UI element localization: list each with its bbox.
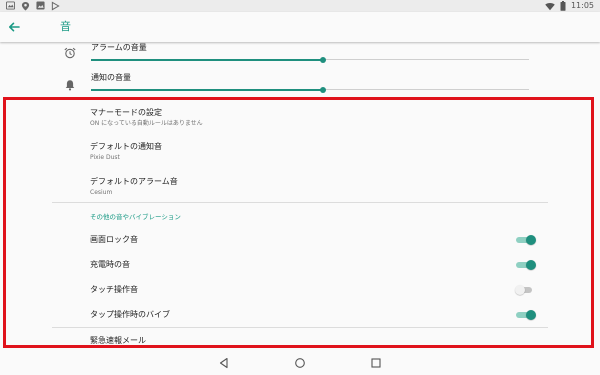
app-bar: 音 (0, 12, 600, 42)
switch-knob (515, 285, 525, 295)
pref-summary: Pixie Dust (90, 154, 120, 161)
notification-volume-label: 通知の音量 (91, 73, 131, 82)
toggle-row-touch-sound[interactable]: タッチ操作音 (0, 277, 600, 302)
notification-volume-row: 通知の音量 (0, 72, 600, 104)
bell-icon (65, 80, 75, 91)
back-triangle-icon[interactable] (218, 357, 230, 369)
pref-title: 緊急速報メール (90, 336, 146, 345)
arrow-back-icon[interactable] (6, 19, 22, 35)
slider-fill (91, 59, 324, 61)
recents-square-icon[interactable] (370, 357, 382, 369)
status-time: 11:05 (570, 1, 594, 10)
photo-icon (36, 1, 45, 10)
toggle-row-screen-lock-sound[interactable]: 画面ロック音 (0, 227, 600, 252)
toggle-label: タッチ操作音 (90, 285, 138, 294)
notification-volume-slider[interactable] (91, 86, 529, 94)
divider (52, 327, 548, 328)
switch-knob (526, 310, 536, 320)
default-alarm-sound-setting[interactable]: デフォルトのアラーム音 Cesium (0, 176, 600, 208)
pref-summary: ON になっている自動ルールはありません (90, 120, 203, 127)
default-notification-sound-setting[interactable]: デフォルトの通知音 Pixie Dust (0, 141, 600, 173)
alarm-volume-label: アラームの音量 (91, 43, 147, 52)
navigation-bar (0, 350, 600, 375)
battery-icon (560, 1, 566, 11)
switch-knob (526, 235, 536, 245)
emergency-alerts-setting[interactable]: 緊急速報メール (0, 335, 600, 349)
status-bar-right: 11:05 (545, 0, 594, 12)
toggle-label: 画面ロック音 (90, 235, 138, 244)
status-bar: 11:05 (0, 0, 600, 12)
pref-title: デフォルトのアラーム音 (90, 177, 178, 186)
home-circle-icon[interactable] (294, 357, 306, 369)
toggle-label: タップ操作時のバイブ (90, 310, 170, 319)
switch-knob (526, 260, 536, 270)
divider (52, 202, 548, 203)
alarm-volume-row: アラームの音量 (0, 42, 600, 74)
toggle-row-touch-vibration[interactable]: タップ操作時のバイブ (0, 302, 600, 327)
slider-thumb[interactable] (320, 57, 327, 63)
screen-lock-sound-switch[interactable] (514, 234, 536, 246)
play-store-icon (51, 1, 60, 11)
section-header-other-sounds: その他の音やバイブレーション (90, 213, 181, 221)
page-title: 音 (60, 20, 71, 33)
alarm-volume-slider[interactable] (91, 56, 529, 64)
do-not-disturb-setting[interactable]: マナーモードの設定 ON になっている自動ルールはありません (0, 107, 600, 139)
pref-title: マナーモードの設定 (90, 108, 162, 117)
charging-sound-switch[interactable] (514, 259, 536, 271)
pref-title: デフォルトの通知音 (90, 142, 162, 151)
toggle-row-charging-sound[interactable]: 充電時の音 (0, 252, 600, 277)
touch-vibration-switch[interactable] (514, 309, 536, 321)
pref-summary: Cesium (90, 189, 113, 196)
settings-list: アラームの音量 通知の音量 マナーモードの設定 ON になっている自動ルールはあ… (0, 42, 600, 350)
status-bar-left (6, 1, 60, 11)
toggle-label: 充電時の音 (90, 260, 130, 269)
location-icon (21, 1, 30, 11)
touch-sound-switch[interactable] (514, 284, 536, 296)
slider-thumb[interactable] (320, 87, 327, 93)
alarm-clock-icon (64, 47, 76, 59)
wifi-icon (545, 2, 555, 10)
image-icon (6, 1, 15, 10)
slider-fill (91, 89, 324, 91)
